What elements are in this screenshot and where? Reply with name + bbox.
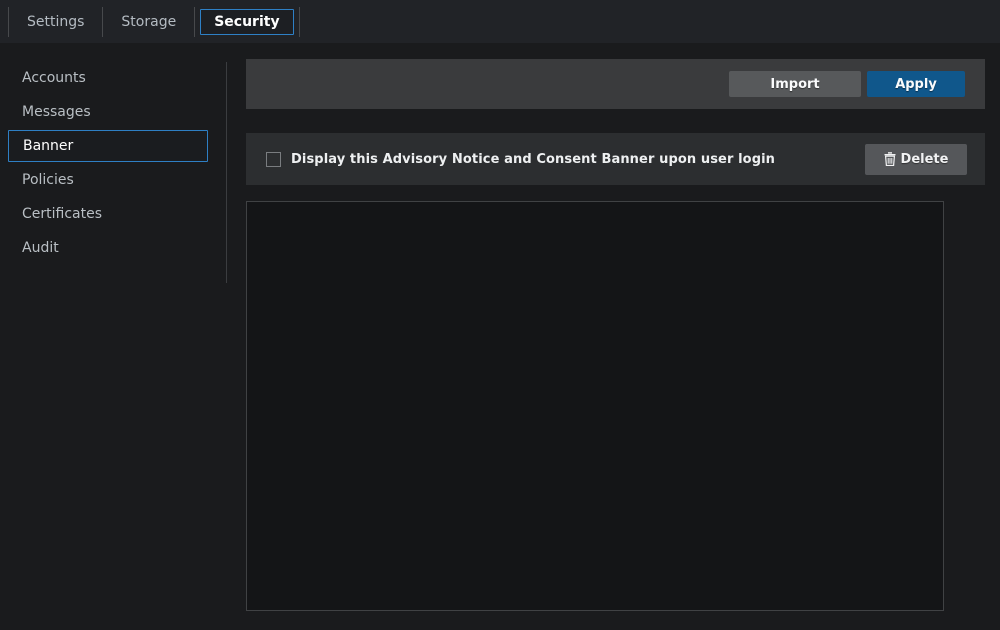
sidebar-item-accounts[interactable]: Accounts (0, 61, 226, 95)
sidebar-main-divider (226, 62, 227, 283)
sidebar-item-banner[interactable]: Banner (8, 130, 208, 162)
banner-display-row: Display this Advisory Notice and Consent… (246, 133, 985, 185)
tab-divider (102, 7, 103, 37)
import-button[interactable]: Import (729, 71, 861, 97)
action-toolbar: Import Apply (246, 59, 985, 109)
tab-divider (8, 7, 9, 37)
tab-storage[interactable]: Storage (104, 9, 193, 35)
tab-divider (194, 7, 195, 37)
sidebar-item-audit[interactable]: Audit (0, 231, 226, 265)
trash-icon (884, 152, 896, 166)
tab-settings[interactable]: Settings (10, 9, 101, 35)
display-banner-checkbox[interactable] (266, 152, 281, 167)
banner-panel: Import Apply Display this Advisory Notic… (246, 0, 985, 615)
banner-text-editor[interactable] (246, 201, 944, 611)
sidebar-item-policies[interactable]: Policies (0, 163, 226, 197)
sidebar-item-messages[interactable]: Messages (0, 95, 226, 129)
delete-button-label: Delete (901, 152, 949, 167)
sidebar-item-certificates[interactable]: Certificates (0, 197, 226, 231)
security-sidebar: Accounts Messages Banner Policies Certif… (0, 43, 226, 630)
display-banner-label: Display this Advisory Notice and Consent… (291, 152, 775, 167)
apply-button[interactable]: Apply (867, 71, 965, 97)
delete-button[interactable]: Delete (865, 144, 967, 175)
